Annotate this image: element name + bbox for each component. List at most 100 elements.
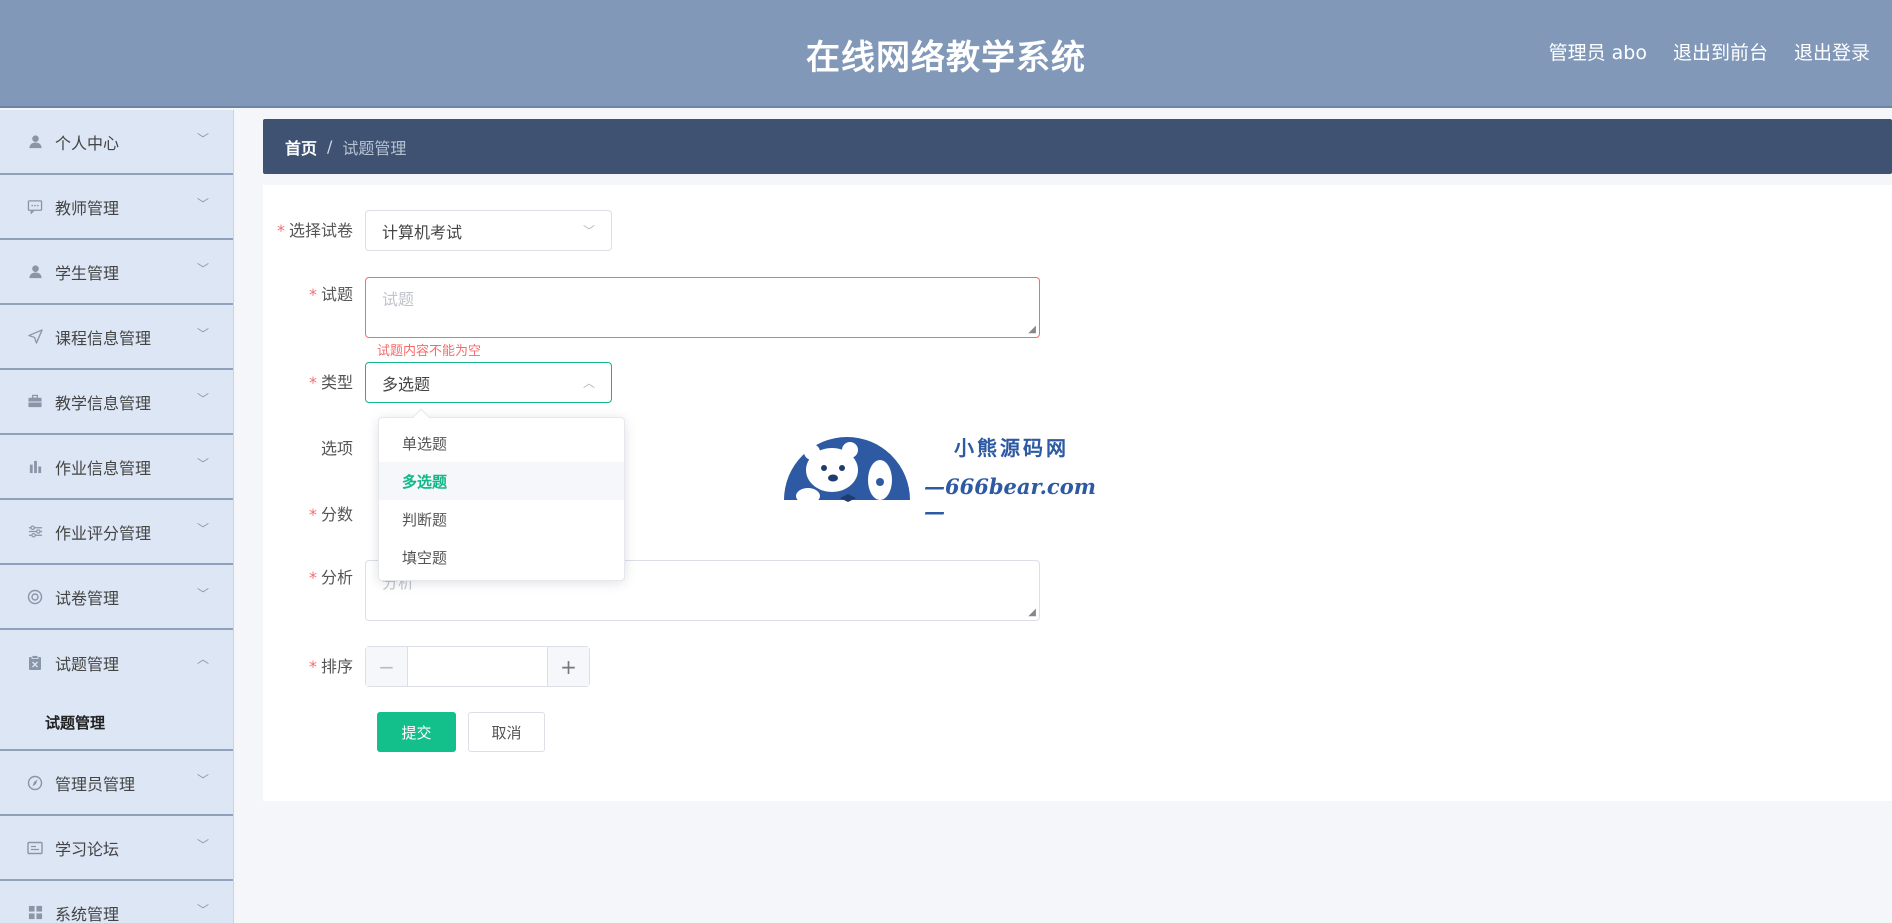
sidebar-item-label: 教师管理 bbox=[55, 198, 120, 218]
breadcrumb-home-link[interactable]: 首页 bbox=[285, 135, 317, 159]
exit-to-frontend-link[interactable]: 退出到前台 bbox=[1673, 38, 1768, 65]
chevron-down-icon: ﹀ bbox=[196, 903, 209, 917]
sidebar-item-label: 作业信息管理 bbox=[55, 458, 152, 478]
watermark-logo: 小熊源码网 —666bear.com— bbox=[782, 422, 1112, 524]
submit-button[interactable]: 提交 bbox=[377, 712, 456, 752]
sidebar-item-paper[interactable]: 试卷管理 ﹀ bbox=[0, 565, 233, 630]
paper-select[interactable]: 计算机考试 ﹀ bbox=[365, 210, 612, 251]
increment-button[interactable]: + bbox=[547, 647, 589, 686]
question-error-message: 试题内容不能为空 bbox=[377, 344, 482, 359]
form-row-type: * 类型 多选题 ︿ bbox=[263, 362, 612, 403]
breadcrumb-separator: / bbox=[327, 137, 333, 156]
chevron-down-icon: ﹀ bbox=[196, 262, 209, 276]
top-header: 在线网络教学系统 管理员 abo 退出到前台 退出登录 bbox=[0, 0, 1892, 108]
chevron-down-icon: ﹀ bbox=[196, 522, 209, 536]
chevron-down-icon: ﹀ bbox=[196, 392, 209, 406]
options-label: 选项 bbox=[320, 439, 353, 458]
type-select-value: 多选题 bbox=[382, 374, 431, 394]
type-label: * 类型 bbox=[308, 373, 353, 392]
dropdown-option-multiple[interactable]: 多选题 bbox=[379, 462, 624, 500]
form-row-question: * 试题 试题 ◢ bbox=[263, 277, 1040, 338]
sidebar-item-label: 学生管理 bbox=[55, 263, 120, 283]
chevron-up-icon: ︿ bbox=[196, 652, 209, 666]
chevron-down-icon: ﹀ bbox=[196, 327, 209, 341]
resize-grip-icon[interactable]: ◢ bbox=[1028, 324, 1036, 335]
chevron-down-icon: ﹀ bbox=[196, 587, 209, 601]
question-label: * 试题 bbox=[308, 285, 353, 304]
card-icon bbox=[26, 839, 44, 857]
breadcrumb: 首页 / 试题管理 bbox=[263, 119, 1892, 174]
sidebar-item-label: 管理员管理 bbox=[55, 774, 136, 794]
resize-grip-icon[interactable]: ◢ bbox=[1028, 607, 1036, 618]
sidebar-item-teacher[interactable]: 教师管理 ﹀ bbox=[0, 175, 233, 240]
compass-icon bbox=[26, 774, 44, 792]
type-select[interactable]: 多选题 ︿ bbox=[365, 362, 612, 403]
score-label: * 分数 bbox=[308, 505, 353, 524]
paper-select-value: 计算机考试 bbox=[382, 222, 463, 242]
sidebar-item-personal-center[interactable]: 个人中心 ﹀ bbox=[0, 110, 233, 175]
send-icon bbox=[26, 328, 44, 346]
sidebar-item-course[interactable]: 课程信息管理 ﹀ bbox=[0, 305, 233, 370]
chevron-down-icon: ﹀ bbox=[196, 457, 209, 471]
paper-label: * 选择试卷 bbox=[276, 221, 353, 240]
sidebar-item-forum[interactable]: 学习论坛 ﹀ bbox=[0, 816, 233, 881]
sidebar-item-label: 试题管理 bbox=[55, 654, 120, 674]
clipboard-icon bbox=[26, 654, 44, 672]
dropdown-option-fillblank[interactable]: 填空题 bbox=[379, 538, 624, 576]
chevron-up-icon: ︿ bbox=[582, 376, 595, 390]
user-icon bbox=[26, 133, 44, 151]
sidebar-item-question[interactable]: 试题管理 ︿ bbox=[0, 630, 233, 695]
chevron-down-icon: ﹀ bbox=[196, 838, 209, 852]
sidebar-item-grading[interactable]: 作业评分管理 ﹀ bbox=[0, 500, 233, 565]
sidebar-item-label: 个人中心 bbox=[55, 133, 120, 153]
chevron-down-icon: ﹀ bbox=[196, 132, 209, 146]
form-actions: 提交 取消 bbox=[377, 712, 545, 752]
submenu-item-question-manage[interactable]: 试题管理 bbox=[0, 695, 233, 751]
admin-user-link[interactable]: 管理员 abo bbox=[1549, 38, 1647, 65]
watermark-text-title: 小熊源码网 bbox=[954, 436, 1069, 460]
chevron-down-icon: ﹀ bbox=[582, 224, 595, 238]
question-placeholder: 试题 bbox=[382, 290, 415, 309]
order-label: * 排序 bbox=[308, 657, 353, 676]
dropdown-option-truefalse[interactable]: 判断题 bbox=[379, 500, 624, 538]
sidebar-item-label: 课程信息管理 bbox=[55, 328, 152, 348]
sidebar-item-system[interactable]: 系统管理 ﹀ bbox=[0, 881, 233, 923]
main-content: 首页 / 试题管理 * 选择试卷 计算机考试 ﹀ * 试题 试题 ◢ 试题内容不能为… bbox=[263, 119, 1892, 801]
watermark-text-url: —666bear.com— bbox=[924, 474, 1096, 524]
bar-chart-icon bbox=[26, 458, 44, 476]
briefcase-icon bbox=[26, 393, 44, 411]
order-input[interactable] bbox=[408, 647, 547, 686]
sidebar-item-label: 系统管理 bbox=[55, 904, 120, 923]
form-row-score: * 分数 bbox=[263, 494, 365, 535]
form-row-paper: * 选择试卷 计算机考试 ﹀ bbox=[263, 210, 612, 251]
analysis-label: * 分析 bbox=[308, 568, 353, 587]
sidebar-item-label: 试卷管理 bbox=[55, 588, 120, 608]
sidebar-item-student[interactable]: 学生管理 ﹀ bbox=[0, 240, 233, 305]
chevron-down-icon: ﹀ bbox=[196, 773, 209, 787]
sidebar-item-homework[interactable]: 作业信息管理 ﹀ bbox=[0, 435, 233, 500]
sidebar: 个人中心 ﹀ 教师管理 ﹀ 学生管理 ﹀ 课程信息管理 ﹀ 教学信息管理 ﹀ 作… bbox=[0, 110, 234, 923]
grid-icon bbox=[26, 904, 44, 922]
type-dropdown-menu: 单选题 多选题 判断题 填空题 bbox=[378, 408, 625, 581]
dropdown-option-single[interactable]: 单选题 bbox=[379, 424, 624, 462]
sidebar-item-label: 学习论坛 bbox=[55, 839, 120, 859]
order-stepper: − + bbox=[365, 646, 590, 687]
form-row-options: 选项 bbox=[263, 428, 365, 469]
bear-logo-icon bbox=[784, 437, 910, 504]
user-icon bbox=[26, 263, 44, 281]
lifebuoy-icon bbox=[26, 588, 44, 606]
question-textarea[interactable]: 试题 ◢ bbox=[365, 277, 1040, 338]
chevron-down-icon: ﹀ bbox=[196, 197, 209, 211]
chat-icon bbox=[26, 198, 44, 216]
cancel-button[interactable]: 取消 bbox=[468, 712, 545, 752]
sidebar-item-label: 作业评分管理 bbox=[55, 523, 152, 543]
header-links: 管理员 abo 退出到前台 退出登录 bbox=[1549, 38, 1870, 65]
logout-link[interactable]: 退出登录 bbox=[1794, 38, 1870, 65]
sidebar-item-label: 教学信息管理 bbox=[55, 393, 152, 413]
sliders-icon bbox=[26, 523, 44, 541]
breadcrumb-current: 试题管理 bbox=[342, 138, 407, 158]
decrement-button[interactable]: − bbox=[366, 647, 408, 686]
form-row-order: * 排序 − + bbox=[263, 646, 590, 687]
sidebar-item-admin[interactable]: 管理员管理 ﹀ bbox=[0, 751, 233, 816]
sidebar-item-teaching[interactable]: 教学信息管理 ﹀ bbox=[0, 370, 233, 435]
